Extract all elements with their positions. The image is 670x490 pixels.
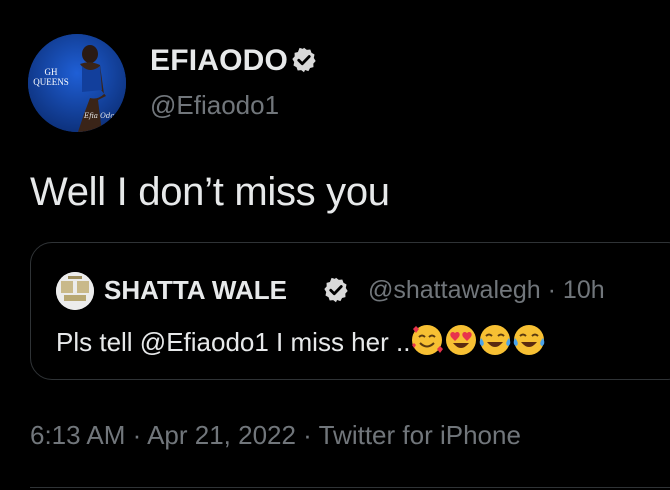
quoted-tweet-card[interactable] bbox=[30, 242, 670, 380]
quoted-author-handle-time[interactable]: @shattawalegh · 10h bbox=[368, 276, 605, 305]
quoted-tweet-text-row: Pls tell @Efiaodo1 I miss her .. bbox=[56, 323, 546, 358]
avatar-brand-text: GH QUEENS bbox=[33, 67, 69, 87]
smiling-face-with-hearts-icon bbox=[412, 325, 444, 355]
quoted-verified-badge-icon bbox=[324, 277, 348, 303]
tweet-timestamp[interactable]: 6:13 AM · Apr 21, 2022 · Twitter for iPh… bbox=[30, 420, 521, 451]
divider bbox=[30, 487, 670, 488]
quoted-avatar-image bbox=[56, 272, 94, 310]
quoted-tweet-text: Pls tell @Efiaodo1 I miss her .. bbox=[56, 327, 411, 357]
tears-of-joy-icon bbox=[480, 325, 511, 355]
verified-badge-icon bbox=[292, 47, 316, 73]
tweet-text: Well I don’t miss you bbox=[30, 170, 390, 214]
author-handle[interactable]: @Efiaodo1 bbox=[150, 90, 279, 121]
avatar-signature: Efia Odo bbox=[84, 112, 115, 120]
quoted-author-avatar[interactable] bbox=[56, 272, 94, 310]
tears-of-joy-icon bbox=[514, 325, 545, 355]
quoted-author-name[interactable]: SHATTA WALE bbox=[104, 275, 287, 306]
author-avatar[interactable]: GH QUEENS Efia Odo bbox=[28, 34, 126, 132]
author-name[interactable]: EFIAODO bbox=[150, 44, 288, 78]
heart-eyes-icon bbox=[446, 325, 477, 355]
